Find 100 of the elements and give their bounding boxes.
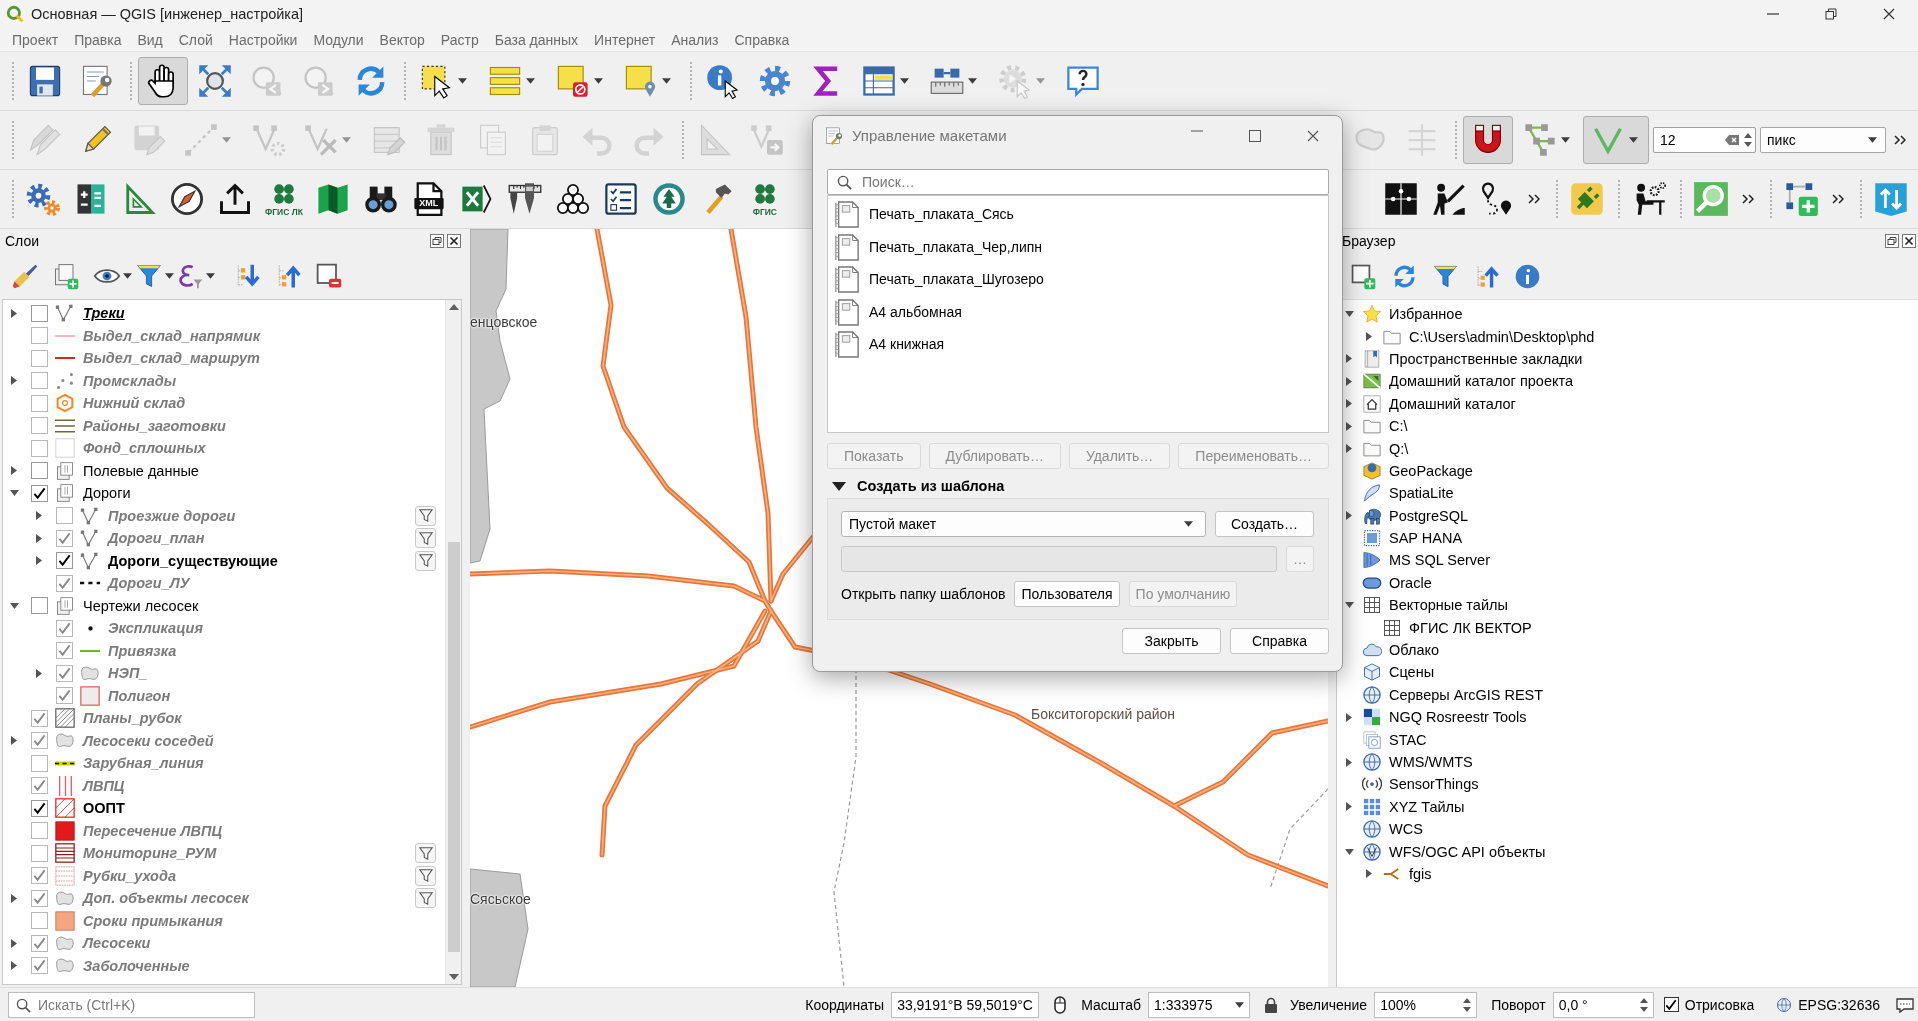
browser-item[interactable]: GeoPackage (1389, 462, 1473, 479)
menu-item[interactable]: Настройки (220, 29, 306, 50)
caret-right-icon[interactable] (11, 938, 17, 948)
browser-item[interactable]: XYZ Тайлы (1389, 798, 1465, 815)
pan-button[interactable] (138, 57, 188, 105)
browser-item[interactable]: fgis (1409, 865, 1432, 882)
create-button[interactable]: Создать… (1215, 511, 1314, 537)
caret-down-icon[interactable] (832, 481, 846, 491)
browser-item[interactable]: WCS (1389, 821, 1423, 838)
layer-name[interactable]: НЭП_ (108, 665, 148, 682)
menu-item[interactable]: Слой (170, 29, 221, 50)
layer-name[interactable]: Сроки примыкания (83, 912, 223, 929)
double-chevron-icon[interactable] (1832, 194, 1844, 204)
caret-right-icon[interactable] (1366, 869, 1372, 879)
layer-name[interactable]: Районы_заготовки (83, 417, 226, 434)
caret-icon[interactable] (165, 273, 174, 279)
caret-right-icon[interactable] (1346, 712, 1352, 722)
filter-icon[interactable] (135, 262, 163, 290)
browser-item[interactable]: NGQ Rosreestr Tools (1389, 709, 1527, 726)
search-field[interactable]: Поиск… (827, 169, 1329, 195)
plugin-button[interactable]: ФГИС (741, 175, 788, 223)
magnifier-spinbox[interactable]: 100% (1374, 991, 1478, 1018)
spin-arrows-icon[interactable] (1744, 133, 1752, 147)
layer-name[interactable]: Дороги (83, 485, 131, 502)
double-chevron-icon[interactable] (1528, 194, 1540, 204)
caret-right-icon[interactable] (1346, 511, 1352, 521)
layer-checkbox[interactable] (31, 754, 48, 772)
scroll-down-icon[interactable] (448, 974, 459, 980)
filter-indicator[interactable] (415, 550, 436, 571)
snapping-button[interactable] (1463, 116, 1513, 164)
layer-checkbox[interactable] (31, 349, 48, 367)
menu-item[interactable]: Интернет (586, 29, 664, 50)
browser-item[interactable]: Домашний каталог проекта (1389, 373, 1573, 390)
browser-item[interactable]: C:\ (1389, 418, 1408, 435)
menu-item[interactable]: Модули (305, 29, 372, 50)
caret-right-icon[interactable] (11, 466, 17, 476)
layer-checkbox[interactable] (31, 889, 48, 907)
caret-right-icon[interactable] (1346, 444, 1352, 454)
add-layer-icon[interactable] (1350, 262, 1377, 290)
layer-name[interactable]: Нижний склад (83, 395, 186, 412)
browser-item[interactable]: WFS/OGC API объекты (1389, 843, 1546, 860)
caret-icon[interactable] (1235, 1001, 1245, 1008)
search-field[interactable]: Искать (Ctrl+K) (8, 991, 255, 1018)
browser-item[interactable]: SAP HANA (1389, 530, 1463, 547)
layer-name[interactable]: Лесосеки (83, 935, 151, 952)
scroll-up-icon[interactable] (448, 304, 459, 310)
layout-list-item[interactable]: А4 книжная (828, 328, 1328, 361)
caret-right-icon[interactable] (1346, 399, 1352, 409)
layer-name[interactable]: Проезжие дороги (108, 507, 236, 524)
layer-checkbox[interactable] (31, 934, 48, 952)
menu-item[interactable]: База данных (486, 29, 587, 50)
browser-item[interactable]: Серверы ArcGIS REST (1389, 686, 1544, 703)
layer-checkbox[interactable] (56, 664, 73, 682)
caret-right-icon[interactable] (36, 533, 42, 543)
caret-right-icon[interactable] (1346, 354, 1352, 364)
layer-name[interactable]: Пересечение ЛВПЦ (83, 822, 223, 839)
menu-item[interactable]: Анализ (663, 29, 727, 50)
layer-checkbox[interactable] (56, 642, 73, 660)
layer-name[interactable]: Зарубная_линия (83, 755, 204, 772)
close-button[interactable]: Закрыть (1122, 628, 1221, 654)
close-icon[interactable] (1902, 234, 1916, 248)
caret-down-icon[interactable] (1344, 848, 1354, 855)
caret-icon[interactable] (206, 273, 215, 279)
close-icon[interactable] (1883, 8, 1895, 20)
caret-right-icon[interactable] (1346, 421, 1352, 431)
layer-name[interactable]: Промсклады (83, 372, 177, 389)
layer-checkbox[interactable] (56, 552, 73, 570)
browser-item[interactable]: Векторные тайлы (1389, 597, 1508, 614)
browser-item[interactable]: Домашний каталог (1389, 395, 1516, 412)
layer-name[interactable]: Фонд_сплошных (83, 440, 206, 457)
layer-name[interactable]: Дороги_существующие (108, 552, 278, 569)
layer-checkbox[interactable] (31, 484, 48, 502)
caret-icon[interactable] (458, 78, 467, 84)
paint-brush-icon[interactable] (11, 262, 39, 290)
menu-item[interactable]: Вектор (371, 29, 433, 50)
caret-down-icon[interactable] (1344, 311, 1354, 318)
layer-name[interactable]: Доп. объекты лесосек (83, 890, 249, 907)
browser-item[interactable]: ФГИС ЛК ВЕКТОР (1409, 619, 1532, 636)
messages-icon[interactable] (1896, 996, 1914, 1013)
caret-right-icon[interactable] (36, 668, 42, 678)
double-chevron-icon[interactable] (1742, 194, 1754, 204)
browser-item[interactable]: Сцены (1389, 664, 1435, 681)
scrollbar-thumb[interactable] (447, 542, 460, 952)
layer-checkbox[interactable] (31, 597, 48, 615)
layer-name[interactable]: Полигон (108, 687, 171, 704)
browser-item[interactable]: MS SQL Server (1389, 552, 1490, 569)
caret-right-icon[interactable] (11, 376, 17, 386)
help-button[interactable]: Справка (1230, 628, 1329, 654)
caret-down-icon[interactable] (9, 602, 19, 609)
layer-name[interactable]: Рубки_ухода (83, 867, 176, 884)
caret-right-icon[interactable] (11, 308, 17, 318)
browser-item[interactable]: Избранное (1389, 306, 1463, 323)
caret-down-icon[interactable] (1344, 602, 1354, 609)
layer-name[interactable]: Заболоченные (83, 957, 190, 974)
caret-right-icon[interactable] (1366, 332, 1372, 342)
layout-list-item[interactable]: А4 альбомная (828, 295, 1328, 328)
crs-button[interactable]: EPSG:32636 (1776, 996, 1880, 1013)
scale-dropdown[interactable]: 1:333975 (1148, 991, 1251, 1018)
user-folder-button[interactable]: Пользователя (1014, 581, 1120, 607)
layer-checkbox[interactable] (31, 799, 48, 817)
